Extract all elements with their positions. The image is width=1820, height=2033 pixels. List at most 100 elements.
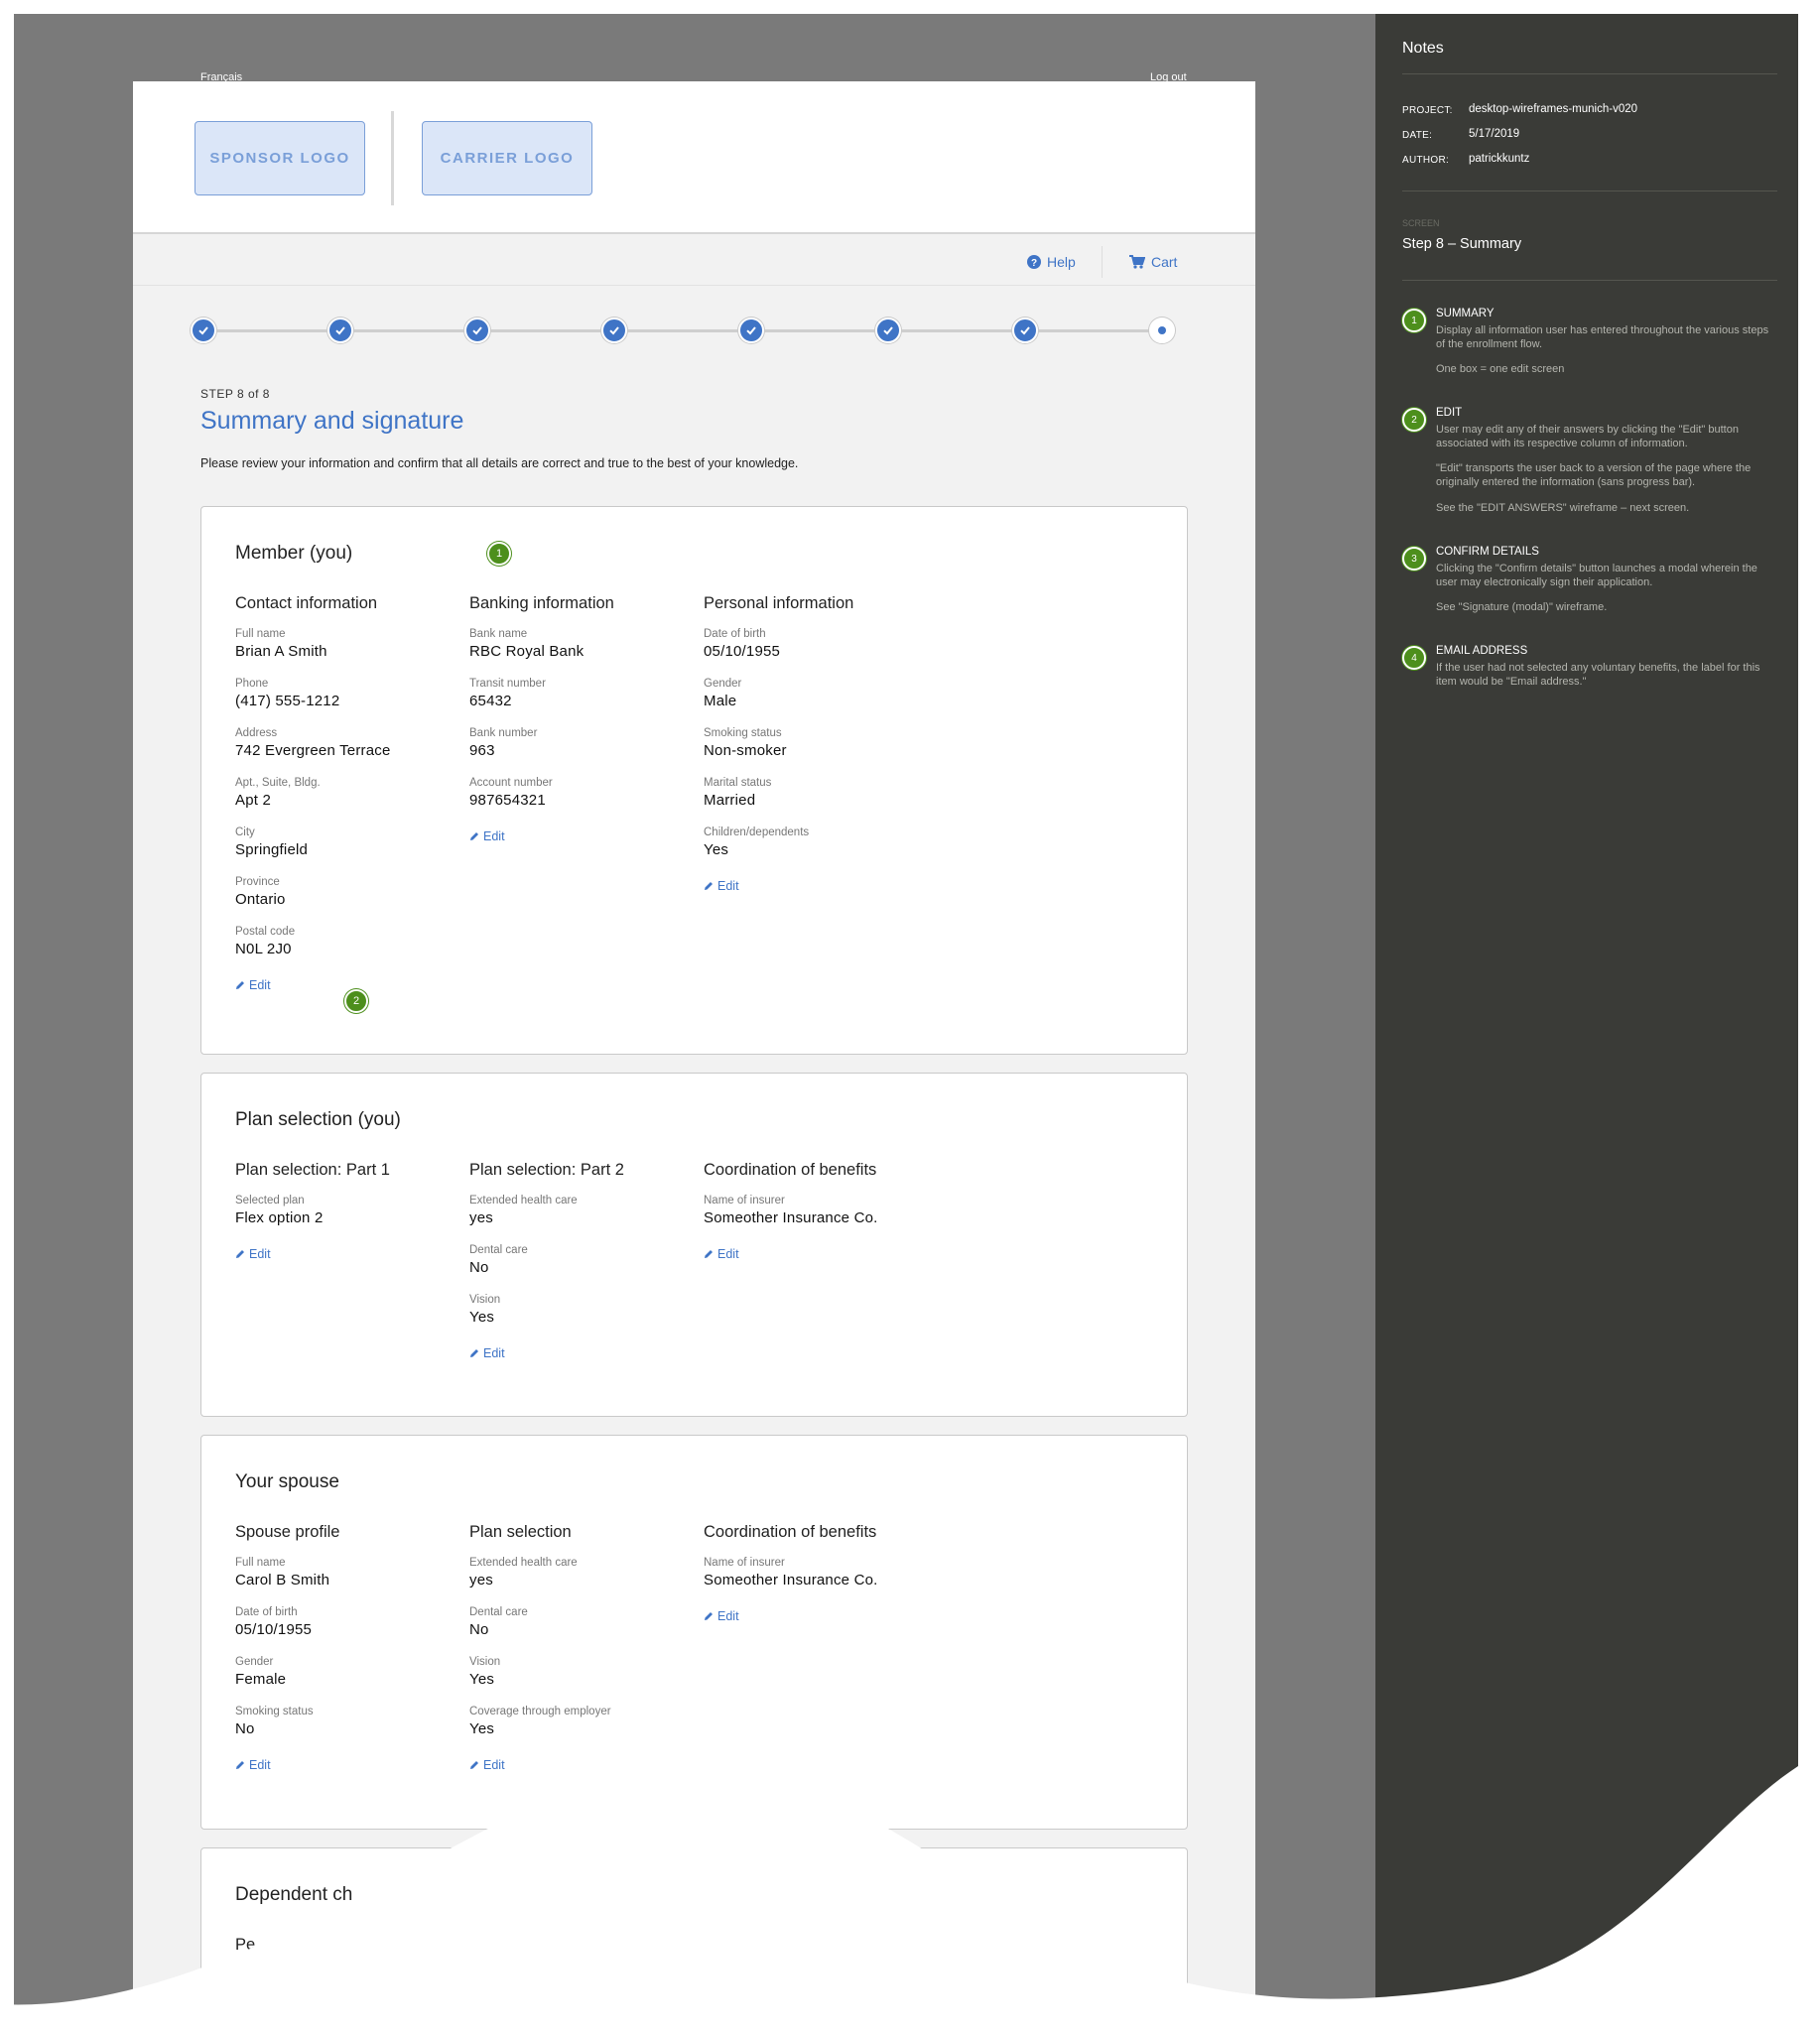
field-label: Extended health care <box>469 1557 578 1569</box>
progress-step-complete <box>1012 318 1038 343</box>
edit-contact-button[interactable]: Edit <box>235 978 271 992</box>
field-value: Non-smoker <box>704 742 787 759</box>
field-value: Someother Insurance Co. <box>704 1209 878 1226</box>
field-value: Flex option 2 <box>235 1209 324 1226</box>
progress-step-complete <box>875 318 901 343</box>
note-text: See the "EDIT ANSWERS" wireframe – next … <box>1436 502 1690 514</box>
personal-info-title: Personal information <box>704 594 854 612</box>
progress-step-current <box>1149 318 1175 343</box>
edit-label: Edit <box>717 879 739 893</box>
check-icon <box>1020 326 1030 335</box>
date-key: DATE: <box>1402 130 1433 141</box>
field-value: Male <box>704 693 737 709</box>
field-label: Vision <box>469 1656 501 1668</box>
spouse-profile-title: Spouse profile <box>235 1523 340 1541</box>
field-label: Transit number <box>469 678 546 690</box>
field-value: N0L 2J0 <box>235 941 292 957</box>
field-value: 05/10/1955 <box>235 1621 313 1638</box>
field-value: 987654321 <box>469 792 546 809</box>
page-title: Summary and signature <box>200 407 464 435</box>
progress-step-complete <box>738 318 764 343</box>
project-key: PROJECT: <box>1402 105 1453 116</box>
spouse-cob-title: Coordination of benefits <box>704 1523 877 1541</box>
field-label: Gender <box>235 1656 274 1668</box>
field-label: Dental care <box>469 1606 528 1618</box>
cart-link[interactable]: Cart <box>1129 254 1177 270</box>
field-value: Someother Insurance Co. <box>704 1572 878 1588</box>
sponsor-logo: SPONSOR LOGO <box>195 121 365 195</box>
annotation-badge-2: 2 <box>344 989 368 1013</box>
author-value: patrickkuntz <box>1469 153 1530 165</box>
field-value: 963 <box>469 742 495 759</box>
progress-step-complete <box>601 318 627 343</box>
field-label: Full name <box>235 1557 286 1569</box>
current-dot <box>1158 326 1166 334</box>
field-value: Yes <box>469 1309 495 1326</box>
utility-bar: ? Help Cart <box>133 236 1255 286</box>
field-value: 05/10/1955 <box>704 643 781 660</box>
project-value: desktop-wireframes-munich-v020 <box>1469 103 1638 115</box>
site-header: SPONSOR LOGO CARRIER LOGO <box>133 81 1255 234</box>
progress-step-complete <box>191 318 216 343</box>
edit-label: Edit <box>249 1247 271 1261</box>
note-heading: EMAIL ADDRESS <box>1436 645 1528 657</box>
progress-step-complete <box>327 318 353 343</box>
pencil-icon <box>470 1349 478 1357</box>
pencil-icon <box>705 1250 713 1258</box>
plan-cob-title: Coordination of benefits <box>704 1161 877 1179</box>
plan-part1-title: Plan selection: Part 1 <box>235 1161 390 1179</box>
spouse-card-title: Your spouse <box>235 1471 339 1492</box>
field-label: Apt., Suite, Bldg. <box>235 777 321 789</box>
field-label: Children/dependents <box>704 826 810 838</box>
edit-plan-part1-button[interactable]: Edit <box>235 1247 271 1261</box>
check-icon <box>472 326 482 335</box>
field-value: Ontario <box>235 891 286 908</box>
field-label: Address <box>235 727 278 739</box>
edit-banking-button[interactable]: Edit <box>469 829 505 843</box>
notes-separator <box>1402 280 1777 281</box>
edit-label: Edit <box>249 978 271 992</box>
field-value: Carol B Smith <box>235 1572 330 1588</box>
field-value: (417) 555-1212 <box>235 693 340 709</box>
pencil-icon <box>236 1250 244 1258</box>
field-value: yes <box>469 1209 493 1226</box>
field-label: Date of birth <box>704 628 766 640</box>
note-text: Clicking the "Confirm details" button la… <box>1436 563 1757 588</box>
contact-info-title: Contact information <box>235 594 378 612</box>
field-value: RBC Royal Bank <box>469 643 585 660</box>
progress-step-complete <box>464 318 490 343</box>
notes-separator <box>1402 73 1777 74</box>
page-tear-wave <box>0 1707 1820 2033</box>
edit-plan-part2-button[interactable]: Edit <box>469 1346 505 1360</box>
cart-label: Cart <box>1151 254 1178 270</box>
pencil-icon <box>236 981 244 989</box>
field-value: 742 Evergreen Terrace <box>235 742 391 759</box>
logo-divider <box>391 111 394 205</box>
note-badge-1: 1 <box>1402 309 1426 332</box>
edit-label: Edit <box>717 1609 739 1623</box>
note-badge-2: 2 <box>1402 408 1426 432</box>
svg-text:?: ? <box>1031 258 1037 269</box>
note-text: Display all information user has entered… <box>1436 324 1769 350</box>
edit-personal-button[interactable]: Edit <box>704 879 739 893</box>
edit-plan-cob-button[interactable]: Edit <box>704 1247 739 1261</box>
field-label: Gender <box>704 678 742 690</box>
note-heading: CONFIRM DETAILS <box>1436 546 1539 558</box>
check-icon <box>609 326 619 335</box>
field-label: Dental care <box>469 1244 528 1256</box>
field-label: Vision <box>469 1294 501 1306</box>
help-label: Help <box>1047 254 1076 270</box>
field-label: Smoking status <box>704 727 782 739</box>
pencil-icon <box>470 832 478 840</box>
page-intro: Please review your information and confi… <box>200 456 799 470</box>
field-value: 65432 <box>469 693 512 709</box>
edit-spouse-cob-button[interactable]: Edit <box>704 1609 739 1623</box>
help-link[interactable]: ? Help <box>1027 254 1076 270</box>
pencil-icon <box>705 1612 713 1620</box>
note-text: "Edit" transports the user back to a ver… <box>1436 462 1752 488</box>
check-icon <box>883 326 893 335</box>
plan-card-title: Plan selection (you) <box>235 1109 401 1130</box>
field-value: Springfield <box>235 841 309 858</box>
field-label: Bank name <box>469 628 528 640</box>
plan-selection-card: Plan selection (you) Plan selection: Par… <box>200 1073 1188 1417</box>
